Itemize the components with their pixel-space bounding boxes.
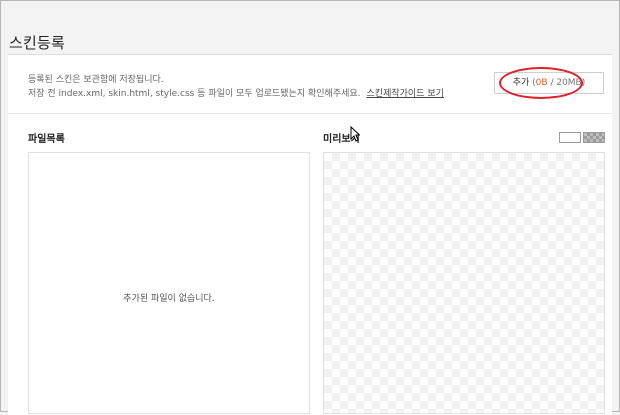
file-list-box: 추가된 파일이 없습니다.	[28, 152, 310, 414]
notice-area: 등록된 스킨은 보관함에 저장됩니다. 저장 전 index.xml, skin…	[8, 55, 612, 114]
size-limit: 20MB	[556, 78, 582, 88]
storage-usage: (0B / 20MB)	[529, 78, 586, 88]
notice-line-1: 등록된 스킨은 보관함에 저장됩니다.	[28, 75, 164, 85]
notice-line-2: 저장 전 index.xml, skin.html, style.css 등 파…	[28, 86, 444, 99]
preview-white-bg-toggle[interactable]	[559, 132, 581, 143]
empty-file-message: 추가된 파일이 없습니다.	[123, 294, 215, 304]
used-size: 0B	[535, 78, 548, 88]
notice-line-2-text: 저장 전 index.xml, skin.html, style.css 등 파…	[28, 89, 361, 99]
skin-guide-link[interactable]: 스킨제작가이드 보기	[367, 89, 444, 99]
preview-label: 미리보기	[323, 134, 360, 145]
preview-transparent-bg-toggle[interactable]	[583, 132, 605, 143]
file-list-label: 파일목록	[28, 134, 65, 145]
add-button-label: 추가	[512, 78, 530, 88]
add-file-button[interactable]: 추가 (0B / 20MB)	[494, 72, 604, 94]
page-title: 스킨등록	[9, 34, 66, 52]
preview-area	[323, 152, 605, 414]
